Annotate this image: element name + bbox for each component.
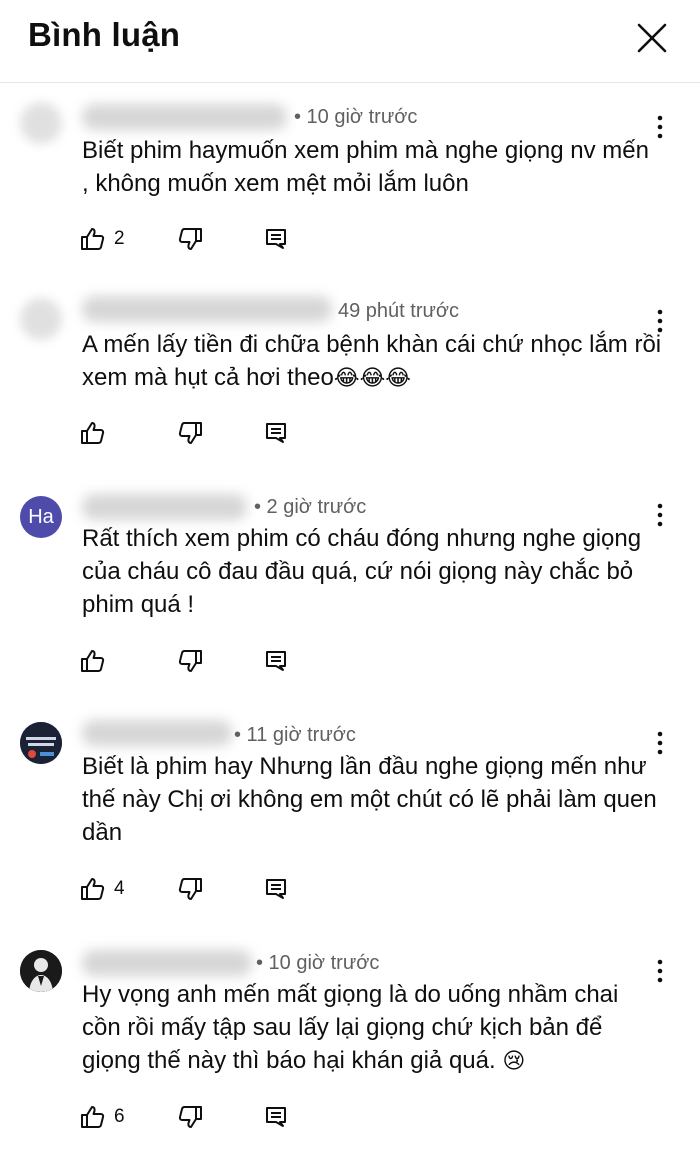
- thumbs-down-icon: [178, 650, 202, 672]
- author-name[interactable]: [82, 720, 232, 746]
- author-name[interactable]: [82, 950, 252, 976]
- comment-actions: [80, 418, 320, 448]
- like-button[interactable]: 6: [80, 1102, 125, 1132]
- like-button[interactable]: [80, 646, 114, 676]
- close-icon: [637, 23, 667, 53]
- reply-button[interactable]: [264, 1102, 288, 1132]
- like-button[interactable]: [80, 418, 114, 448]
- comment-item: • 10 giờ trước Biết phim haymuốn xem phi…: [0, 88, 700, 268]
- thumbs-up-icon: [81, 228, 105, 250]
- reply-button[interactable]: [264, 418, 288, 448]
- avatar[interactable]: [20, 298, 62, 340]
- thumbs-down-icon: [178, 1106, 202, 1128]
- like-count: 4: [114, 878, 125, 899]
- page-title: Bình luận: [28, 16, 181, 53]
- avatar[interactable]: [20, 950, 62, 992]
- comment-timestamp: • 11 giờ trước: [234, 724, 356, 746]
- comment-actions: 2: [80, 224, 320, 254]
- avatar[interactable]: [20, 722, 62, 764]
- thumbs-up-icon: [81, 422, 105, 444]
- comment-text-content: Hy vọng anh mến mất giọng là do uống nhầ…: [82, 981, 619, 1074]
- crying-emoji: 😢: [502, 1049, 526, 1074]
- reply-button[interactable]: [264, 646, 288, 676]
- avatar-image: [20, 722, 62, 764]
- reply-button[interactable]: [264, 224, 288, 254]
- thumbs-down-icon: [178, 228, 202, 250]
- like-count: 6: [114, 1106, 125, 1127]
- like-button[interactable]: 4: [80, 874, 125, 904]
- author-name[interactable]: [82, 494, 247, 520]
- thumbs-down-icon: [178, 878, 202, 900]
- comment-timestamp: • 10 giờ trước: [256, 952, 380, 974]
- dislike-button[interactable]: [177, 224, 203, 254]
- comment-text: A mến lấy tiền đi chữa bệnh khàn cái chứ…: [82, 328, 662, 395]
- reply-icon: [266, 879, 286, 899]
- comment-text: Rất thích xem phim có cháu đóng nhưng ng…: [82, 522, 662, 621]
- reply-icon: [266, 1107, 286, 1127]
- comment-actions: 4: [80, 874, 320, 904]
- author-name[interactable]: [82, 104, 287, 130]
- comment-timestamp: • 10 giờ trước: [294, 106, 418, 128]
- comment-item: • 11 giờ trước Biết là phim hay Nhưng lầ…: [0, 706, 700, 916]
- comment-timestamp: 49 phút trước: [338, 300, 460, 322]
- comment-text: Hy vọng anh mến mất giọng là do uống nhầ…: [82, 978, 662, 1078]
- avatar[interactable]: Ha: [20, 496, 62, 538]
- avatar[interactable]: [20, 102, 62, 144]
- dislike-button[interactable]: [177, 418, 203, 448]
- laughing-emoji: 😂😂😂: [333, 366, 411, 391]
- thumbs-down-icon: [178, 422, 202, 444]
- comment-text-content: Biết là phim hay Nhưng lần đầu nghe giọn…: [82, 753, 657, 846]
- comment-actions: 6: [80, 1102, 320, 1132]
- comment-actions: [80, 646, 320, 676]
- comment-text: Biết là phim hay Nhưng lần đầu nghe giọn…: [82, 750, 662, 849]
- dislike-button[interactable]: [177, 1102, 203, 1132]
- comment-text-content: Rất thích xem phim có cháu đóng nhưng ng…: [82, 525, 642, 618]
- thumbs-up-icon: [81, 878, 105, 900]
- comment-text: Biết phim haymuốn xem phim mà nghe giọng…: [82, 134, 662, 200]
- avatar-image: [20, 950, 62, 992]
- thumbs-up-icon: [81, 650, 105, 672]
- comment-text-content: Biết phim haymuốn xem phim mà nghe giọng…: [82, 137, 649, 197]
- dislike-button[interactable]: [177, 646, 203, 676]
- like-button[interactable]: 2: [80, 224, 125, 254]
- close-button[interactable]: [632, 18, 672, 58]
- reply-icon: [266, 651, 286, 671]
- avatar-initials: Ha: [28, 505, 54, 528]
- reply-icon: [266, 229, 286, 249]
- like-count: 2: [114, 228, 125, 249]
- author-name[interactable]: [82, 296, 332, 322]
- thumbs-up-icon: [81, 1106, 105, 1128]
- dislike-button[interactable]: [177, 874, 203, 904]
- reply-icon: [266, 423, 286, 443]
- comment-item: Ha • 2 giờ trước Rất thích xem phim có c…: [0, 478, 700, 688]
- comment-item: • 10 giờ trước Hy vọng anh mến mất giọng…: [0, 934, 700, 1144]
- comments-header: Bình luận: [0, 0, 700, 83]
- comment-item: 49 phút trước A mến lấy tiền đi chữa bện…: [0, 280, 700, 460]
- comment-timestamp: • 2 giờ trước: [254, 496, 367, 518]
- reply-button[interactable]: [264, 874, 288, 904]
